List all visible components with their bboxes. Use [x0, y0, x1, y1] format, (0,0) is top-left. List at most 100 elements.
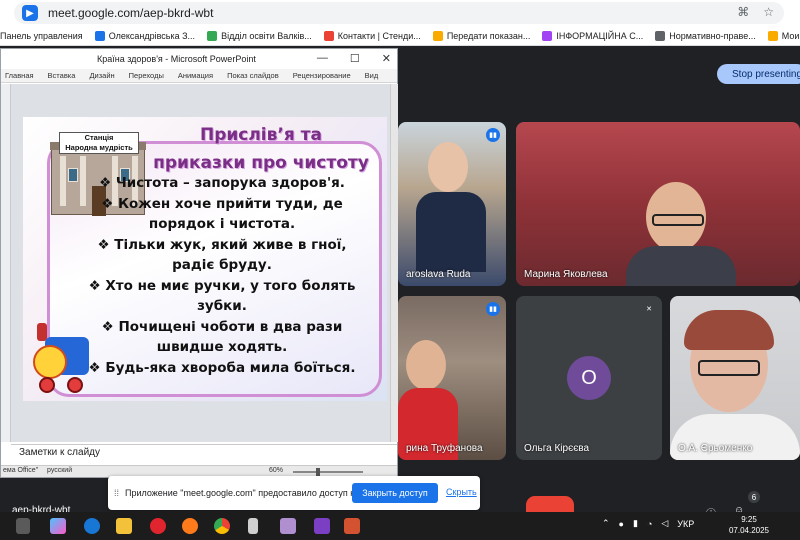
app-icon[interactable] [248, 518, 258, 534]
bookmark-favicon-icon [655, 30, 666, 41]
train-illustration [29, 323, 91, 395]
browser-toolbar: ▶ meet.google.com/aep-bkrd-wbt ⌘ ☆ [0, 0, 800, 26]
vertical-scrollbar[interactable] [390, 84, 398, 442]
participant-body [626, 246, 736, 286]
ribbon-tab[interactable]: Рецензирование [293, 71, 351, 80]
bookmark-label: Нормативно-праве... [669, 30, 756, 41]
participant-tile[interactable]: О.А. Єрьоменко [670, 296, 800, 460]
sharing-notice-text: Приложение "meet.google.com" предоставил… [125, 488, 377, 498]
participant-glasses [652, 214, 704, 226]
participant-tile[interactable]: ▮▮ aroslava Ruda [398, 122, 506, 286]
slide-notes-area[interactable]: Заметки к слайду [11, 444, 397, 460]
participant-body [416, 192, 486, 272]
bookmark-item[interactable]: Нормативно-праве... [655, 30, 756, 41]
participant-face [428, 142, 468, 192]
clock-time: 9:25 [741, 515, 757, 524]
file-explorer-icon[interactable] [116, 518, 132, 534]
ribbon-tab[interactable]: Показ слайдов [227, 71, 279, 80]
battery-icon[interactable]: ▮ [633, 518, 638, 529]
participants-count-badge: 6 [748, 491, 760, 503]
slide-bullet: ❖ Почищені чоботи в два рази швидше ходя… [101, 318, 343, 356]
bookmark-item[interactable]: Передати показан... [432, 30, 530, 41]
slide-title: Прислів’я та приказки про чистоту [153, 125, 369, 173]
maximize-icon[interactable]: ☐ [350, 52, 360, 65]
participant-avatar: О [567, 356, 611, 400]
bookmark-star-icon[interactable]: ☆ [763, 5, 774, 19]
ribbon-tab[interactable]: Анимация [178, 71, 213, 80]
edge-icon[interactable] [84, 518, 100, 534]
drag-handle-icon[interactable]: ⁞⁞ [114, 488, 119, 498]
bookmark-favicon-icon [207, 30, 218, 41]
translate-icon[interactable]: ⌘ [737, 5, 749, 19]
theme-name: ема Office" [3, 467, 39, 474]
zoom-slider-handle[interactable] [316, 468, 320, 476]
close-icon[interactable]: ✕ [382, 52, 391, 65]
bookmark-favicon-icon [432, 30, 443, 41]
copilot-icon[interactable] [50, 518, 66, 534]
bookmarks-bar: Панель управления Олександрівська З... Від… [0, 26, 800, 46]
participant-tile[interactable]: Марина Яковлева [516, 122, 800, 286]
participant-tile[interactable]: ▮▮ рина Труфанова [398, 296, 506, 460]
bookmark-item[interactable]: Панель управления [0, 31, 83, 41]
chevron-up-icon[interactable]: ⌃ [602, 518, 610, 529]
participant-name: Марина Яковлева [524, 269, 608, 280]
powerpoint-window[interactable]: Країна здоров'я - Microsoft PowerPoint —… [0, 48, 398, 478]
mic-muted-icon: ✕ [642, 302, 656, 316]
slide-bullet: ❖ Чистота – запорука здоров'я. [99, 175, 345, 191]
volume-icon[interactable]: ◁ [661, 518, 668, 529]
speaking-indicator-icon: ▮▮ [486, 128, 500, 142]
participant-face [406, 340, 446, 390]
language-indicator: русский [47, 467, 73, 474]
paint-icon[interactable] [280, 518, 296, 534]
bookmark-item[interactable]: Мои данные / 104.ua [767, 30, 800, 41]
ribbon-tab[interactable]: Вид [365, 71, 379, 80]
ribbon-tab[interactable]: Главная [5, 71, 34, 80]
zoom-slider[interactable] [293, 471, 363, 473]
stop-presenting-button[interactable]: Stop presenting [717, 64, 800, 84]
window-titlebar[interactable]: Країна здоров'я - Microsoft PowerPoint —… [1, 49, 397, 69]
slide-panel-collapsed[interactable] [1, 84, 11, 442]
clock-date: 07.04.2025 [728, 526, 770, 535]
bookmark-item[interactable]: Відділ освіти Валків... [207, 30, 312, 41]
task-view-icon[interactable] [16, 518, 30, 534]
ribbon-tab[interactable]: Дизайн [89, 71, 114, 80]
hide-notice-link[interactable]: Скрыть [446, 487, 477, 497]
system-tray: ⌃ ● ▮ ◔ ◁ УКР [602, 518, 694, 529]
address-bar[interactable]: ▶ meet.google.com/aep-bkrd-wbt ⌘ ☆ [14, 2, 784, 24]
window-title: Країна здоров'я - Microsoft PowerPoint [97, 54, 256, 64]
viber-icon[interactable] [314, 518, 330, 534]
taskbar-clock[interactable]: 9:25 07.04.2025 [726, 514, 772, 536]
opera-icon[interactable] [150, 518, 166, 534]
url-text: meet.google.com/aep-bkrd-wbt [48, 6, 214, 20]
ribbon-tab[interactable]: Переходы [129, 71, 164, 80]
stop-sharing-button[interactable]: Закрыть доступ [352, 483, 438, 503]
slide-bullet: ❖ Тільки жук, який живе в гної, радіє бр… [97, 236, 347, 274]
minimize-icon[interactable]: — [317, 52, 328, 65]
sharing-notification: ⁞⁞ Приложение "meet.google.com" предоста… [108, 476, 480, 510]
chrome-icon[interactable] [214, 518, 230, 534]
powerpoint-icon[interactable] [344, 518, 360, 534]
participant-name: aroslava Ruda [406, 269, 471, 280]
zoom-level: 60% [269, 467, 284, 474]
slide-bullet: ❖ Хто не миє ручки, у того болять зубки. [88, 277, 356, 315]
bookmark-label: Панель управления [0, 30, 83, 41]
bookmark-item[interactable]: Олександрівська З... [94, 30, 195, 41]
input-language[interactable]: УКР [677, 519, 694, 529]
slide-editor: Станція Народна мудрість Прислів’я та пр… [1, 84, 398, 442]
bookmark-label: Відділ освіти Валків... [221, 30, 312, 41]
participant-name: Ольга Кірєєва [524, 443, 590, 454]
bookmark-item[interactable]: ІНФОРМАЦІЙНА С... [542, 30, 643, 41]
ribbon-tab[interactable]: Вставка [48, 71, 76, 80]
slide-canvas[interactable]: Станція Народна мудрість Прислів’я та пр… [23, 117, 387, 401]
slide-body-text: ❖ Чистота – запорука здоров'я. ❖ Кожен хо… [87, 173, 357, 378]
bookmark-item[interactable]: Контакти | Стенди... [323, 30, 421, 41]
network-icon[interactable]: ◔ [647, 519, 652, 529]
participant-tile[interactable]: О ✕ Ольга Кірєєва [516, 296, 662, 460]
station-label: Станція Народна мудрість [59, 132, 139, 154]
microphone-icon[interactable]: ● [619, 519, 624, 529]
bookmark-favicon-icon [542, 30, 553, 41]
firefox-icon[interactable] [182, 518, 198, 534]
participant-hair [684, 310, 774, 350]
speaking-indicator-icon: ▮▮ [486, 302, 500, 316]
slide-bullet: ❖ Будь-яка хвороба мила боїться. [88, 359, 356, 376]
